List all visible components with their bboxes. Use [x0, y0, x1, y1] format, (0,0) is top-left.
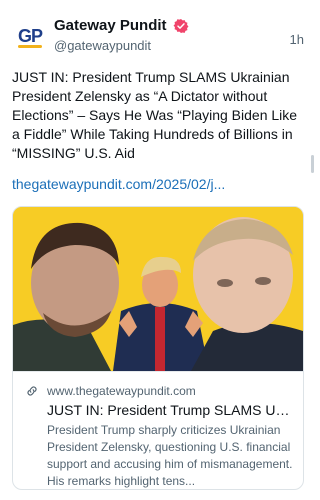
link-domain-row: www.thegatewaypundit.com	[25, 384, 196, 398]
post-link[interactable]: thegatewaypundit.com/2025/02/j...	[12, 176, 225, 192]
name-row: Gateway Pundit	[54, 17, 189, 34]
post-timestamp[interactable]: 1h	[290, 32, 304, 47]
scrollbar-thumb[interactable]	[311, 155, 314, 173]
article-illustration	[13, 207, 303, 371]
post-text: JUST IN: President Trump SLAMS Ukrainian…	[12, 69, 298, 161]
post[interactable]: GP Gateway Pundit @gatewaypundit 1h JUST…	[0, 0, 316, 500]
post-header: GP Gateway Pundit @gatewaypundit 1h	[12, 14, 304, 60]
link-preview-meta[interactable]: www.thegatewaypundit.com JUST IN: Presid…	[13, 371, 303, 489]
link-chain-icon	[27, 386, 37, 396]
avatar[interactable]: GP	[12, 18, 48, 54]
link-title: JUST IN: President Trump SLAMS Ukr...	[47, 402, 293, 418]
right-figure	[191, 217, 303, 371]
verified-badge-icon	[173, 18, 188, 33]
avatar-logo-text: GP	[17, 25, 43, 46]
link-domain: www.thegatewaypundit.com	[47, 384, 196, 398]
link-preview-image	[13, 207, 303, 371]
avatar-swoosh	[18, 45, 42, 48]
account-handle[interactable]: @gatewaypundit	[54, 38, 151, 53]
link-description: President Trump sharply criticizes Ukrai…	[47, 423, 293, 488]
link-preview-card[interactable]: www.thegatewaypundit.com JUST IN: Presid…	[12, 206, 304, 490]
account-name[interactable]: Gateway Pundit	[54, 17, 167, 34]
